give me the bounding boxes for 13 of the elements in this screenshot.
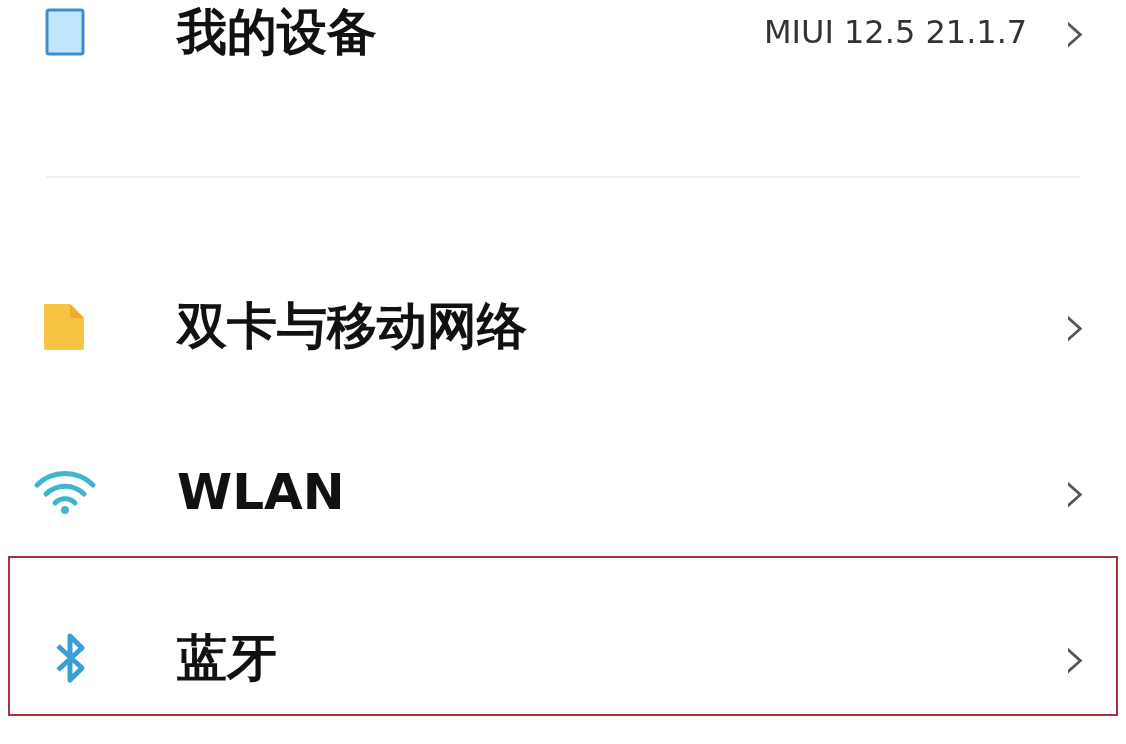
setting-label: 我的设备 <box>177 1 378 63</box>
chevron-icon[interactable]: › <box>1063 295 1088 357</box>
version-text: MIUI 12.5 21.1.7 <box>763 13 1028 51</box>
setting-row[interactable]: 双卡与移动网络 › <box>0 243 1126 409</box>
setting-row[interactable]: WLAN › <box>0 409 1126 575</box>
setting-label: WLAN <box>177 463 346 521</box>
wifi-icon <box>33 469 97 515</box>
chevron-icon[interactable]: › <box>1063 627 1088 689</box>
chevron-icon[interactable]: › <box>1063 461 1088 523</box>
setting-label: 双卡与移动网络 <box>177 295 528 357</box>
phone-icon <box>45 8 85 56</box>
setting-label: 蓝牙 <box>177 627 278 689</box>
chevron-icon[interactable]: › <box>1063 1 1088 63</box>
